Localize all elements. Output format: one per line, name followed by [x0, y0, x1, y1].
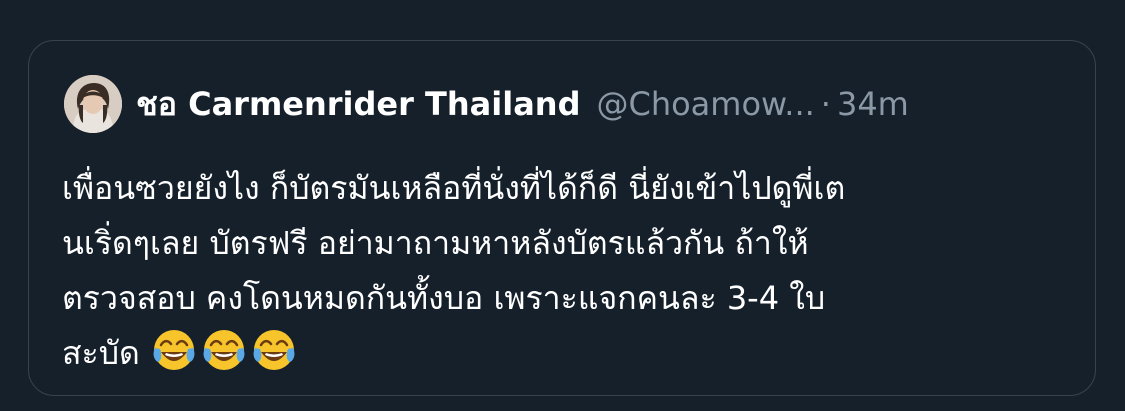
face-with-tears-of-joy-icon [202, 328, 246, 372]
avatar[interactable] [64, 75, 122, 133]
face-with-tears-of-joy-icon [252, 328, 296, 372]
tweet-text: เพื่อนซวยยังไง ก็บัตรมันเหลือที่นั่งที่ไ… [62, 161, 1062, 381]
tweet-text-line: ตรวจสอบ คงโดนหมดกันทั้งบอ เพราะแจกคนละ 3… [62, 279, 826, 317]
tweet-text-line: นเริ่ดๆเลย บัตรฟรี อย่ามาถามหาหลังบัตรแล… [62, 224, 809, 262]
separator-dot: · [820, 85, 831, 123]
timestamp[interactable]: 34m [837, 85, 909, 123]
quoted-tweet-card[interactable]: ชอ Carmenrider Thailand @Choamow... · 34… [28, 40, 1096, 396]
tweet-text-line: เพื่อนซวยยังไง ก็บัตรมันเหลือที่นั่งที่ไ… [62, 169, 846, 207]
tweet-text-line-last: สะบัด [62, 326, 1062, 381]
tweet-header: ชอ Carmenrider Thailand @Choamow... · 34… [64, 73, 909, 135]
face-with-tears-of-joy-icon [152, 328, 196, 372]
tweet-text-word: สะบัด [62, 334, 140, 372]
author-handle[interactable]: @Choamow... [596, 85, 814, 123]
author-name[interactable]: ชอ Carmenrider Thailand [136, 79, 580, 130]
